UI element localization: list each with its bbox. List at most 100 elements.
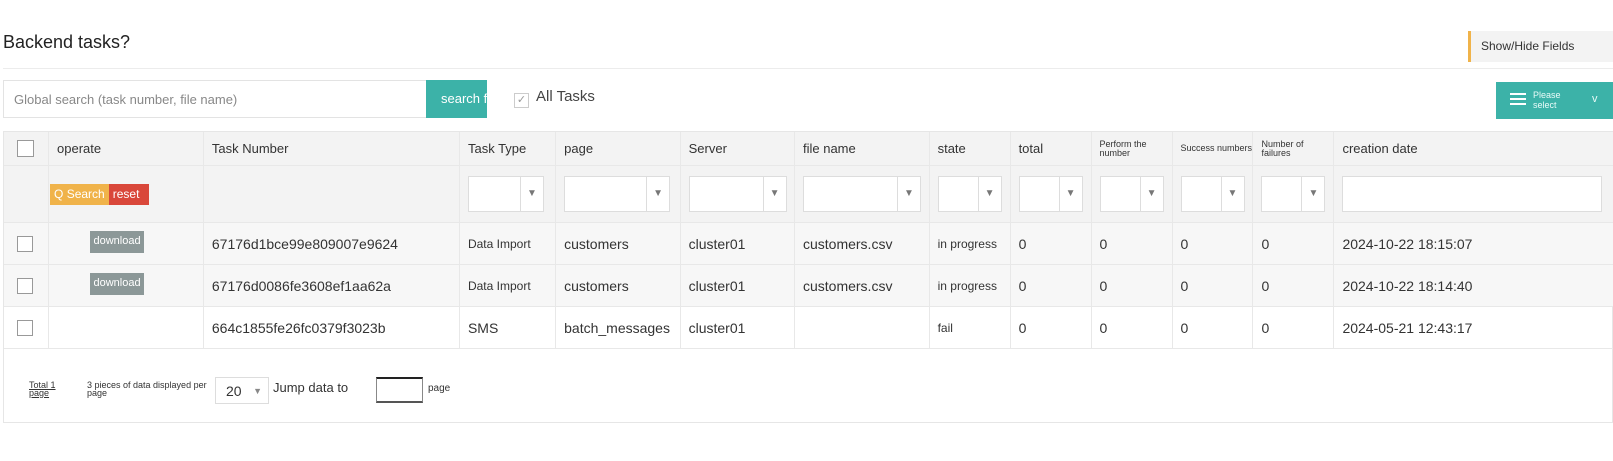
table-row[interactable]: download 67176d1bce99e809007e9624 Data I…: [4, 222, 1613, 265]
dropdown-arrow-icon: ▼: [519, 177, 543, 211]
filter-row: Q Search reset ▼ ▼ ▼ ▼ ▼ ▼ ▼ ▼ ▼: [4, 165, 1613, 223]
task-number-cell: 664c1855fe26fc0379f3023b: [203, 306, 460, 349]
row-checkbox[interactable]: [17, 320, 33, 337]
failures-filter-select[interactable]: ▼: [1261, 176, 1326, 212]
file-name-filter-select[interactable]: ▼: [802, 176, 921, 212]
please-select-dropdown[interactable]: Please select v: [1496, 82, 1613, 119]
page-filter-select[interactable]: ▼: [564, 176, 671, 212]
page-cell: batch_messages: [555, 306, 681, 349]
jump-label: Jump data to: [273, 380, 349, 395]
task-grid: operate Task Number Task Type page Serve…: [3, 131, 1613, 423]
table-row[interactable]: 664c1855fe26fc0379f3023b SMS batch_messa…: [4, 306, 1613, 349]
filter-actions: Q Search reset: [48, 165, 204, 223]
search-button[interactable]: search f: [426, 80, 487, 118]
server-filter-select[interactable]: ▼: [688, 176, 787, 212]
perform-filter-select[interactable]: ▼: [1099, 176, 1164, 212]
col-operate[interactable]: operate: [48, 132, 204, 166]
header-row: operate Task Number Task Type page Serve…: [4, 132, 1613, 166]
col-creation-date[interactable]: creation date: [1333, 132, 1613, 166]
page-suffix: page: [428, 383, 451, 394]
page-size-select[interactable]: 20 ▼: [215, 377, 269, 404]
filter-reset-button[interactable]: reset: [108, 183, 150, 205]
failures-cell: 0: [1252, 222, 1335, 265]
table-row[interactable]: download 67176d0086fe3608ef1aa62a Data I…: [4, 264, 1613, 307]
col-success-numbers[interactable]: Success numbers: [1172, 132, 1254, 166]
chevron-down-icon: ▼: [253, 386, 262, 396]
state-cell: in progress: [929, 222, 1011, 265]
download-button[interactable]: download: [90, 273, 145, 295]
col-number-failures[interactable]: Number of failures: [1252, 132, 1335, 166]
dropdown-arrow-icon: ▼: [977, 177, 1001, 211]
total-cell: 0: [1010, 222, 1092, 265]
page-size-value: 20: [226, 383, 242, 399]
server-cell: cluster01: [680, 264, 795, 307]
dropdown-arrow-icon: ▼: [1058, 177, 1082, 211]
page-cell: customers: [555, 264, 681, 307]
page-title: Backend tasks?: [3, 32, 131, 52]
select-all-checkbox[interactable]: [17, 140, 34, 158]
task-number-cell: 67176d0086fe3608ef1aa62a: [203, 264, 460, 307]
col-state[interactable]: state: [929, 132, 1011, 166]
dropdown-arrow-icon: ▼: [762, 177, 786, 211]
col-total[interactable]: total: [1010, 132, 1092, 166]
creation-date-cell: 2024-10-22 18:14:40: [1333, 264, 1613, 307]
please-select-label: Please select: [1533, 90, 1561, 110]
col-file-name[interactable]: file name: [794, 132, 930, 166]
task-type-filter-select[interactable]: ▼: [467, 176, 544, 212]
all-tasks-checkbox[interactable]: ✓: [514, 92, 529, 108]
state-cell: in progress: [929, 264, 1011, 307]
performed-cell: 0: [1091, 306, 1173, 349]
total-filter-select[interactable]: ▼: [1018, 176, 1083, 212]
file-name-cell: customers.csv: [794, 222, 930, 265]
col-page[interactable]: page: [555, 132, 681, 166]
state-filter-select[interactable]: ▼: [937, 176, 1002, 212]
filter-search-button[interactable]: Q Search: [50, 183, 109, 205]
title-divider: [3, 68, 1613, 69]
chevron-down-icon: v: [1592, 93, 1598, 105]
row-checkbox[interactable]: [17, 236, 33, 253]
col-perform-number[interactable]: Perform the number: [1091, 132, 1173, 166]
task-table: operate Task Number Task Type page Serve…: [4, 132, 1613, 349]
task-type-cell: Data Import: [459, 264, 557, 307]
state-cell: fail: [929, 306, 1011, 349]
dropdown-arrow-icon: ▼: [896, 177, 920, 211]
creation-date-filter-input[interactable]: [1342, 176, 1603, 212]
task-number-cell: 67176d1bce99e809007e9624: [203, 222, 460, 265]
pager-total: Total 1 page: [29, 380, 56, 398]
jump-page-input[interactable]: [376, 377, 423, 403]
file-name-cell: customers.csv: [794, 264, 930, 307]
failures-cell: 0: [1252, 306, 1335, 349]
show-hide-fields-button[interactable]: Show/Hide Fields: [1468, 31, 1613, 62]
col-server[interactable]: Server: [680, 132, 795, 166]
total-cell: 0: [1010, 306, 1092, 349]
list-icon: [1510, 93, 1526, 107]
success-cell: 0: [1172, 222, 1254, 265]
performed-cell: 0: [1091, 222, 1173, 265]
creation-date-cell: 2024-05-21 12:43:17: [1333, 306, 1613, 349]
page-cell: customers: [555, 222, 681, 265]
failures-cell: 0: [1252, 264, 1335, 307]
col-task-number[interactable]: Task Number: [203, 132, 460, 166]
dropdown-arrow-icon: ▼: [1220, 177, 1244, 211]
global-search-input[interactable]: [3, 80, 427, 118]
dropdown-arrow-icon: ▼: [646, 177, 669, 211]
row-checkbox[interactable]: [17, 278, 33, 295]
pagination: Total 1 page 3 pieces of data displayed …: [29, 377, 629, 417]
success-cell: 0: [1172, 264, 1254, 307]
server-cell: cluster01: [680, 306, 795, 349]
download-button[interactable]: download: [90, 231, 145, 253]
total-cell: 0: [1010, 264, 1092, 307]
success-filter-select[interactable]: ▼: [1180, 176, 1245, 212]
col-task-type[interactable]: Task Type: [459, 132, 557, 166]
creation-date-cell: 2024-10-22 18:15:07: [1333, 222, 1613, 265]
select-all-cell: [4, 132, 50, 166]
pager-per-page-desc: 3 pieces of data displayed per page: [87, 380, 207, 398]
task-type-cell: SMS: [459, 306, 557, 349]
all-tasks-toggle[interactable]: ✓ All Tasks: [514, 88, 595, 108]
performed-cell: 0: [1091, 264, 1173, 307]
success-cell: 0: [1172, 306, 1254, 349]
server-cell: cluster01: [680, 222, 795, 265]
dropdown-arrow-icon: ▼: [1301, 177, 1324, 211]
all-tasks-label: All Tasks: [536, 88, 595, 105]
task-type-cell: Data Import: [459, 222, 557, 265]
